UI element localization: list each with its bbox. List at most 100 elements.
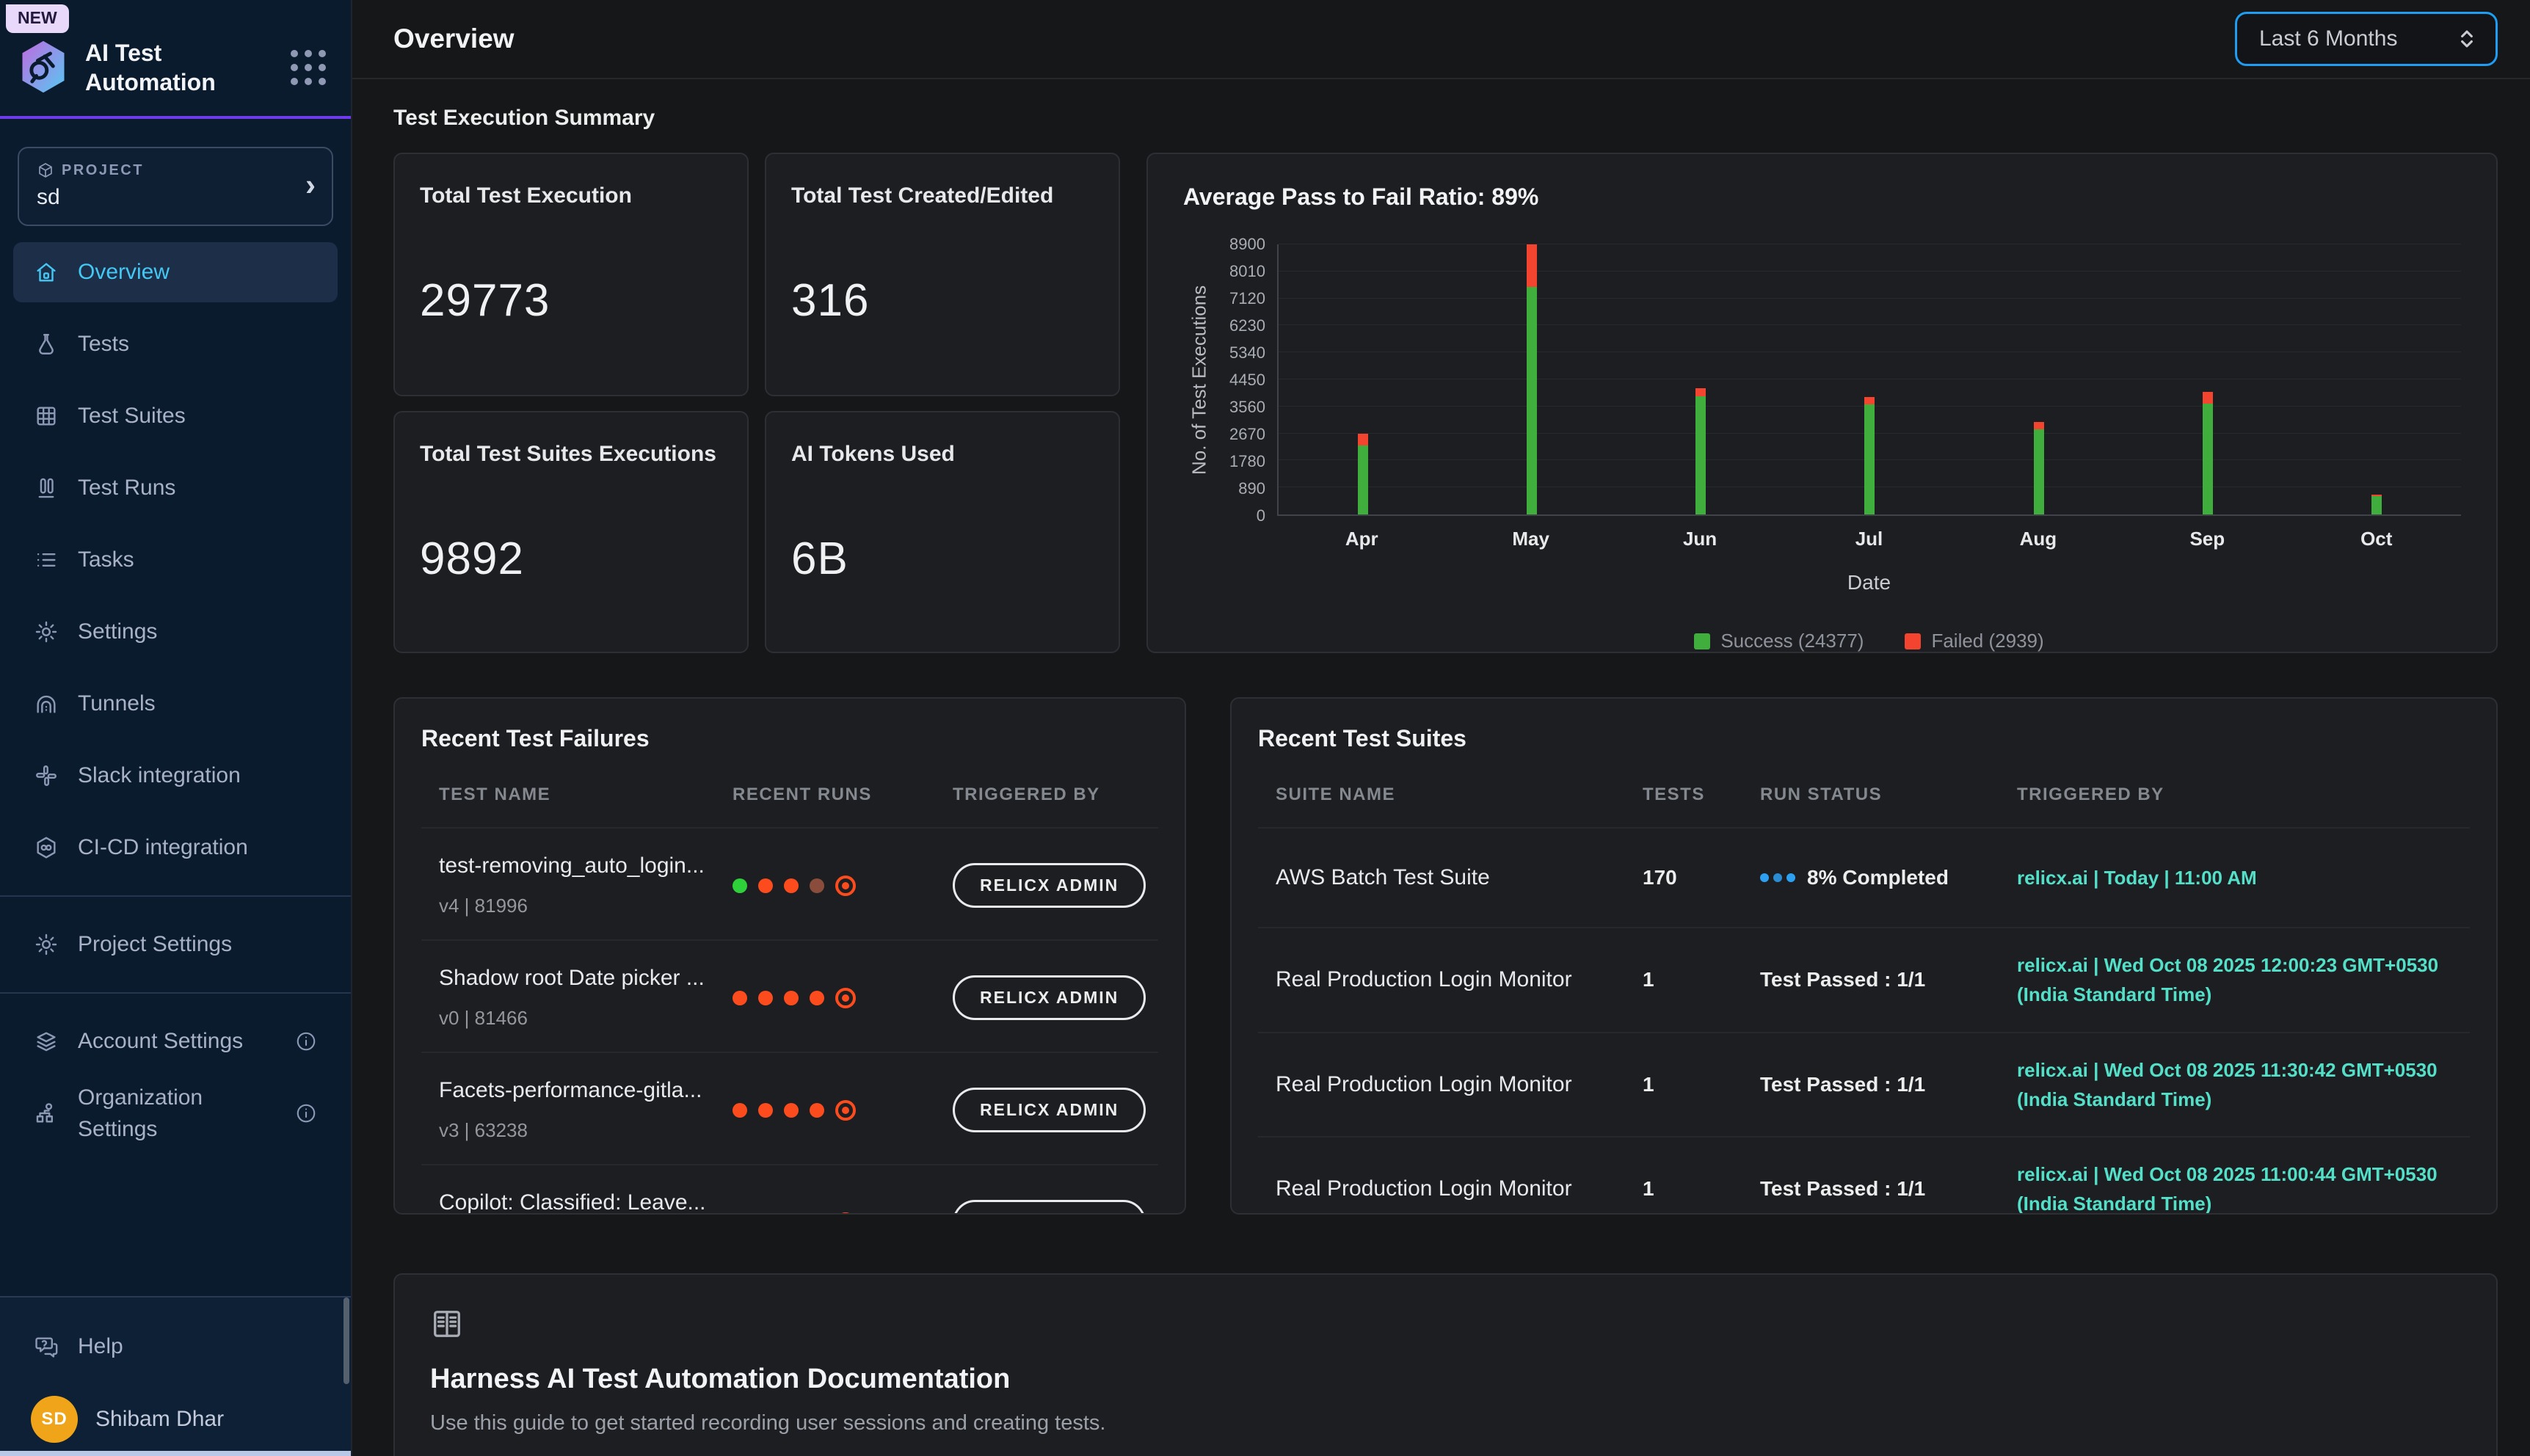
stat-card-total-test-execution: Total Test Execution 29773 <box>393 153 749 396</box>
table-row[interactable]: Real Production Login Monitor 1 Test Pas… <box>1258 1032 2470 1137</box>
column-header: SUITE NAME <box>1276 785 1643 805</box>
sidebar-item-organization-settings[interactable]: Organization Settings <box>13 1083 338 1143</box>
suites-header-row: SUITE NAME TESTS RUN STATUS TRIGGERED BY <box>1258 752 2470 827</box>
sidebar-item-tunnels[interactable]: Tunnels <box>13 674 338 734</box>
sidebar-item-help[interactable]: Help <box>13 1317 338 1377</box>
table-row[interactable]: Real Production Login Monitor 1 Test Pas… <box>1258 927 2470 1032</box>
sidebar-item-tasks[interactable]: Tasks <box>13 530 338 590</box>
table-row[interactable]: Facets-performance-gitla... v3 | 63238 R… <box>421 1052 1158 1164</box>
column-header: TRIGGERED BY <box>2017 785 2470 805</box>
column-header: RUN STATUS <box>1760 785 2017 805</box>
user-menu[interactable]: SD Shibam Dhar <box>0 1383 351 1456</box>
table-row[interactable]: Shadow root Date picker ... v0 | 81466 R… <box>421 939 1158 1052</box>
legend-item-success[interactable]: Success (24377) <box>1694 630 1864 652</box>
suite-name[interactable]: Real Production Login Monitor <box>1276 1072 1643 1097</box>
sidebar-item-tests[interactable]: Tests <box>13 314 338 374</box>
failures-header-row: TEST NAME RECENT RUNS TRIGGERED BY <box>421 752 1158 827</box>
suite-name[interactable]: Real Production Login Monitor <box>1276 967 1643 992</box>
column-header: RECENT RUNS <box>733 785 953 805</box>
docs-description: Use this guide to get started recording … <box>430 1411 2461 1435</box>
recent-runs-dots[interactable] <box>733 876 953 896</box>
sidebar-item-label: Account Settings <box>78 1029 243 1054</box>
table-row[interactable]: Real Production Login Monitor 1 Test Pas… <box>1258 1136 2470 1215</box>
test-name[interactable]: Shadow root Date picker ... <box>439 966 733 991</box>
recent-runs-dots[interactable] <box>733 1212 953 1215</box>
triggered-by-button[interactable]: RELICX ADMIN <box>953 975 1146 1020</box>
info-icon[interactable] <box>295 1102 317 1124</box>
sidebar-item-account-settings[interactable]: Account Settings <box>13 1011 338 1071</box>
sidebar-item-test-runs[interactable]: Test Runs <box>13 458 338 518</box>
page-title: Overview <box>393 23 515 54</box>
sidebar-horizontal-scrollbar[interactable] <box>0 1451 351 1456</box>
docs-book-icon <box>430 1307 464 1341</box>
recent-runs-dots[interactable] <box>733 988 953 1008</box>
app-logo-icon <box>18 40 69 95</box>
sidebar-item-label: Organization Settings <box>78 1082 261 1146</box>
grid-icon <box>34 404 59 429</box>
legend-item-failed[interactable]: Failed (2939) <box>1905 630 2043 652</box>
suite-triggered-by[interactable]: relicx.ai | Today | 11:00 AM <box>2017 863 2470 892</box>
recent-test-suites-card: Recent Test Suites SUITE NAME TESTS RUN … <box>1230 697 2498 1215</box>
sidebar-item-slack[interactable]: Slack integration <box>13 746 338 806</box>
cicd-icon <box>34 835 59 860</box>
table-row[interactable]: AWS Batch Test Suite 170 8% Completed re… <box>1258 827 2470 927</box>
test-name[interactable]: Facets-performance-gitla... <box>439 1078 733 1103</box>
app-root: NEW AI Test Automation <box>0 0 2530 1456</box>
documentation-card: Harness AI Test Automation Documentation… <box>393 1273 2498 1456</box>
time-range-select[interactable]: Last 6 Months <box>2235 12 2498 66</box>
sidebar-item-settings[interactable]: Settings <box>13 602 338 662</box>
select-chevrons-icon <box>2456 26 2478 51</box>
suite-triggered-by[interactable]: relicx.ai | Wed Oct 08 2025 12:00:23 GMT… <box>2017 950 2470 1010</box>
test-meta: v0 | 81466 <box>439 1007 733 1030</box>
sidebar-item-overview[interactable]: Overview <box>13 242 338 302</box>
table-row[interactable]: test-removing_auto_login... v4 | 81996 R… <box>421 827 1158 939</box>
suite-status-text: Test Passed : 1/1 <box>1760 968 1925 991</box>
main-content: Overview Last 6 Months Test Execution Su… <box>352 0 2530 1456</box>
gear-icon <box>34 932 59 957</box>
progress-dots-icon <box>1760 873 1795 882</box>
sidebar-scrollbar[interactable] <box>343 1297 349 1384</box>
chart-title: Average Pass to Fail Ratio: 89% <box>1183 183 2461 211</box>
suite-name[interactable]: AWS Batch Test Suite <box>1276 865 1643 890</box>
stat-title: Total Test Execution <box>420 181 722 242</box>
sidebar-item-cicd[interactable]: CI-CD integration <box>13 818 338 878</box>
sidebar-item-label: Test Runs <box>78 476 175 500</box>
recent-runs-dots[interactable] <box>733 1100 953 1121</box>
sidebar-item-label: Overview <box>78 260 170 285</box>
chart-yticks: 0890178026703560445053406230712080108900 <box>1215 244 1277 516</box>
slack-icon <box>34 763 59 788</box>
suite-status-text: 8% Completed <box>1807 866 1949 889</box>
time-range-value: Last 6 Months <box>2259 26 2397 51</box>
project-selector[interactable]: PROJECT sd › <box>18 147 333 226</box>
home-icon <box>34 260 59 285</box>
test-meta: v3 | 63238 <box>439 1119 733 1142</box>
column-header: TRIGGERED BY <box>953 785 1158 805</box>
apps-grid-icon[interactable] <box>286 46 330 90</box>
legend-failed-swatch <box>1905 633 1921 649</box>
test-name[interactable]: test-removing_auto_login... <box>439 853 733 878</box>
sidebar-item-project-settings[interactable]: Project Settings <box>13 914 338 975</box>
triggered-by-button[interactable]: RELICX ADMIN <box>953 1088 1146 1132</box>
info-icon[interactable] <box>295 1030 317 1052</box>
stat-title: AI Tokens Used <box>791 439 1094 500</box>
test-name[interactable]: Copilot: Classified: Leave... <box>439 1190 733 1215</box>
stat-value: 6B <box>791 533 1094 585</box>
stat-cards: Total Test Execution 29773 Total Test Cr… <box>393 153 1120 653</box>
suite-triggered-by[interactable]: relicx.ai | Wed Oct 08 2025 11:00:44 GMT… <box>2017 1160 2470 1215</box>
table-row[interactable]: Copilot: Classified: Leave... v6 | 63129… <box>421 1164 1158 1215</box>
chevron-right-icon: › <box>305 167 316 203</box>
test-runs-icon <box>34 476 59 500</box>
tunnel-icon <box>34 691 59 716</box>
suite-triggered-by[interactable]: relicx.ai | Wed Oct 08 2025 11:30:42 GMT… <box>2017 1055 2470 1115</box>
app-title: AI Test Automation <box>85 38 239 97</box>
new-badge: NEW <box>6 4 69 33</box>
flask-icon <box>34 332 59 357</box>
legend-success-label: Success (24377) <box>1720 630 1864 652</box>
triggered-by-button[interactable]: RELICX ADMIN <box>953 1200 1146 1215</box>
suite-name[interactable]: Real Production Login Monitor <box>1276 1176 1643 1201</box>
sidebar-item-test-suites[interactable]: Test Suites <box>13 386 338 446</box>
docs-title: Harness AI Test Automation Documentation <box>430 1364 2461 1395</box>
sidebar-item-label: Tunnels <box>78 691 156 716</box>
stat-title: Total Test Created/Edited <box>791 181 1094 242</box>
triggered-by-button[interactable]: RELICX ADMIN <box>953 863 1146 908</box>
